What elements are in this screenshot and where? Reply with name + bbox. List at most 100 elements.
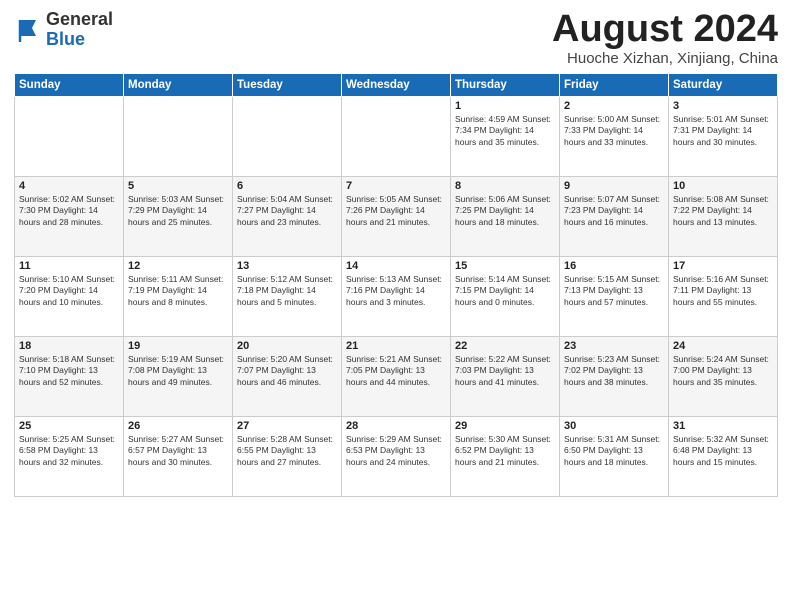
location-text: Huoche Xizhan, Xinjiang, China bbox=[552, 50, 778, 67]
day-number: 15 bbox=[455, 260, 555, 272]
col-friday: Friday bbox=[560, 74, 669, 97]
calendar-cell: 10 Sunrise: 5:08 AM Sunset: 7:22 PM Dayli… bbox=[669, 177, 778, 257]
calendar-cell: 16 Sunrise: 5:15 AM Sunset: 7:13 PM Dayli… bbox=[560, 257, 669, 337]
day-info: Sunrise: 5:07 AM Sunset: 7:23 PM Dayligh… bbox=[564, 194, 664, 228]
calendar-cell bbox=[233, 97, 342, 177]
day-info: Sunrise: 5:29 AM Sunset: 6:53 PM Dayligh… bbox=[346, 434, 446, 468]
calendar-cell bbox=[124, 97, 233, 177]
calendar-week-2: 4 Sunrise: 5:02 AM Sunset: 7:30 PM Daylig… bbox=[15, 177, 778, 257]
day-info: Sunrise: 5:23 AM Sunset: 7:02 PM Dayligh… bbox=[564, 354, 664, 388]
day-number: 2 bbox=[564, 100, 664, 112]
calendar-cell: 22Sunrise: 5:22 AM Sunset: 7:03 PM Dayli… bbox=[451, 337, 560, 417]
logo-text: General Blue bbox=[46, 10, 113, 50]
day-info: Sunrise: 5:04 AM Sunset: 7:27 PM Dayligh… bbox=[237, 194, 337, 228]
day-number: 22 bbox=[455, 340, 555, 352]
month-title: August 2024 bbox=[552, 10, 778, 48]
day-number: 18 bbox=[19, 340, 119, 352]
day-info: Sunrise: 5:01 AM Sunset: 7:31 PM Dayligh… bbox=[673, 114, 773, 148]
day-number: 4 bbox=[19, 180, 119, 192]
day-number: 5 bbox=[128, 180, 228, 192]
day-number: 30 bbox=[564, 420, 664, 432]
day-info: Sunrise: 5:10 AM Sunset: 7:20 PM Dayligh… bbox=[19, 274, 119, 308]
calendar-cell: 29 Sunrise: 5:30 AM Sunset: 6:52 PM Dayli… bbox=[451, 417, 560, 497]
day-info: Sunrise: 5:32 AM Sunset: 6:48 PM Dayligh… bbox=[673, 434, 773, 468]
day-info: Sunrise: 5:30 AM Sunset: 6:52 PM Dayligh… bbox=[455, 434, 555, 468]
day-info: Sunrise: 5:05 AM Sunset: 7:26 PM Dayligh… bbox=[346, 194, 446, 228]
calendar-cell: 4 Sunrise: 5:02 AM Sunset: 7:30 PM Daylig… bbox=[15, 177, 124, 257]
day-info: Sunrise: 5:11 AM Sunset: 7:19 PM Dayligh… bbox=[128, 274, 228, 308]
day-info: Sunrise: 5:00 AM Sunset: 7:33 PM Dayligh… bbox=[564, 114, 664, 148]
day-number: 6 bbox=[237, 180, 337, 192]
day-info: Sunrise: 5:18 AM Sunset: 7:10 PM Dayligh… bbox=[19, 354, 119, 388]
day-number: 24 bbox=[673, 340, 773, 352]
day-number: 8 bbox=[455, 180, 555, 192]
day-number: 23 bbox=[564, 340, 664, 352]
calendar-table: Sunday Monday Tuesday Wednesday Thursday… bbox=[14, 73, 778, 497]
col-tuesday: Tuesday bbox=[233, 74, 342, 97]
day-info: Sunrise: 5:08 AM Sunset: 7:22 PM Dayligh… bbox=[673, 194, 773, 228]
calendar-cell: 2 Sunrise: 5:00 AM Sunset: 7:33 PM Daylig… bbox=[560, 97, 669, 177]
col-sunday: Sunday bbox=[15, 74, 124, 97]
calendar-cell: 17Sunrise: 5:16 AM Sunset: 7:11 PM Dayli… bbox=[669, 257, 778, 337]
day-info: Sunrise: 5:02 AM Sunset: 7:30 PM Dayligh… bbox=[19, 194, 119, 228]
calendar-cell: 7Sunrise: 5:05 AM Sunset: 7:26 PM Daylig… bbox=[342, 177, 451, 257]
day-info: Sunrise: 5:15 AM Sunset: 7:13 PM Dayligh… bbox=[564, 274, 664, 308]
page-header: General Blue August 2024 Huoche Xizhan, … bbox=[14, 10, 778, 67]
day-info: Sunrise: 5:14 AM Sunset: 7:15 PM Dayligh… bbox=[455, 274, 555, 308]
logo-blue-text: Blue bbox=[46, 29, 85, 49]
title-block: August 2024 Huoche Xizhan, Xinjiang, Chi… bbox=[552, 10, 778, 67]
calendar-cell: 18 Sunrise: 5:18 AM Sunset: 7:10 PM Dayli… bbox=[15, 337, 124, 417]
calendar-week-3: 11Sunrise: 5:10 AM Sunset: 7:20 PM Dayli… bbox=[15, 257, 778, 337]
calendar-header: Sunday Monday Tuesday Wednesday Thursday… bbox=[15, 74, 778, 97]
calendar-cell: 1Sunrise: 4:59 AM Sunset: 7:34 PM Daylig… bbox=[451, 97, 560, 177]
day-number: 10 bbox=[673, 180, 773, 192]
weekday-header-row: Sunday Monday Tuesday Wednesday Thursday… bbox=[15, 74, 778, 97]
calendar-cell: 28 Sunrise: 5:29 AM Sunset: 6:53 PM Dayli… bbox=[342, 417, 451, 497]
day-info: Sunrise: 5:19 AM Sunset: 7:08 PM Dayligh… bbox=[128, 354, 228, 388]
day-info: Sunrise: 5:25 AM Sunset: 6:58 PM Dayligh… bbox=[19, 434, 119, 468]
day-number: 20 bbox=[237, 340, 337, 352]
day-number: 16 bbox=[564, 260, 664, 272]
calendar-week-5: 25 Sunrise: 5:25 AM Sunset: 6:58 PM Dayli… bbox=[15, 417, 778, 497]
calendar-cell: 21 Sunrise: 5:21 AM Sunset: 7:05 PM Dayli… bbox=[342, 337, 451, 417]
col-saturday: Saturday bbox=[669, 74, 778, 97]
day-number: 21 bbox=[346, 340, 446, 352]
calendar-cell: 11Sunrise: 5:10 AM Sunset: 7:20 PM Dayli… bbox=[15, 257, 124, 337]
day-number: 14 bbox=[346, 260, 446, 272]
calendar-week-4: 18 Sunrise: 5:18 AM Sunset: 7:10 PM Dayli… bbox=[15, 337, 778, 417]
calendar-cell: 14Sunrise: 5:13 AM Sunset: 7:16 PM Dayli… bbox=[342, 257, 451, 337]
calendar-week-1: 1Sunrise: 4:59 AM Sunset: 7:34 PM Daylig… bbox=[15, 97, 778, 177]
day-number: 1 bbox=[455, 100, 555, 112]
calendar-cell: 23 Sunrise: 5:23 AM Sunset: 7:02 PM Dayli… bbox=[560, 337, 669, 417]
calendar-cell bbox=[15, 97, 124, 177]
day-info: Sunrise: 5:12 AM Sunset: 7:18 PM Dayligh… bbox=[237, 274, 337, 308]
calendar-cell: 27Sunrise: 5:28 AM Sunset: 6:55 PM Dayli… bbox=[233, 417, 342, 497]
calendar-cell: 5 Sunrise: 5:03 AM Sunset: 7:29 PM Daylig… bbox=[124, 177, 233, 257]
day-info: Sunrise: 5:31 AM Sunset: 6:50 PM Dayligh… bbox=[564, 434, 664, 468]
day-number: 12 bbox=[128, 260, 228, 272]
calendar-cell: 31Sunrise: 5:32 AM Sunset: 6:48 PM Dayli… bbox=[669, 417, 778, 497]
col-thursday: Thursday bbox=[451, 74, 560, 97]
calendar-cell: 13 Sunrise: 5:12 AM Sunset: 7:18 PM Dayli… bbox=[233, 257, 342, 337]
calendar-cell bbox=[342, 97, 451, 177]
day-number: 27 bbox=[237, 420, 337, 432]
calendar-cell: 3Sunrise: 5:01 AM Sunset: 7:31 PM Daylig… bbox=[669, 97, 778, 177]
day-number: 29 bbox=[455, 420, 555, 432]
calendar-cell: 25 Sunrise: 5:25 AM Sunset: 6:58 PM Dayli… bbox=[15, 417, 124, 497]
logo-icon bbox=[14, 16, 42, 44]
day-info: Sunrise: 5:06 AM Sunset: 7:25 PM Dayligh… bbox=[455, 194, 555, 228]
calendar-cell: 9 Sunrise: 5:07 AM Sunset: 7:23 PM Daylig… bbox=[560, 177, 669, 257]
day-info: Sunrise: 5:03 AM Sunset: 7:29 PM Dayligh… bbox=[128, 194, 228, 228]
col-wednesday: Wednesday bbox=[342, 74, 451, 97]
calendar-cell: 30 Sunrise: 5:31 AM Sunset: 6:50 PM Dayli… bbox=[560, 417, 669, 497]
logo-general-text: General bbox=[46, 9, 113, 29]
day-number: 25 bbox=[19, 420, 119, 432]
calendar-cell: 20Sunrise: 5:20 AM Sunset: 7:07 PM Dayli… bbox=[233, 337, 342, 417]
day-info: Sunrise: 5:21 AM Sunset: 7:05 PM Dayligh… bbox=[346, 354, 446, 388]
calendar-cell: 8 Sunrise: 5:06 AM Sunset: 7:25 PM Daylig… bbox=[451, 177, 560, 257]
col-monday: Monday bbox=[124, 74, 233, 97]
day-number: 9 bbox=[564, 180, 664, 192]
day-number: 28 bbox=[346, 420, 446, 432]
day-number: 13 bbox=[237, 260, 337, 272]
day-number: 26 bbox=[128, 420, 228, 432]
